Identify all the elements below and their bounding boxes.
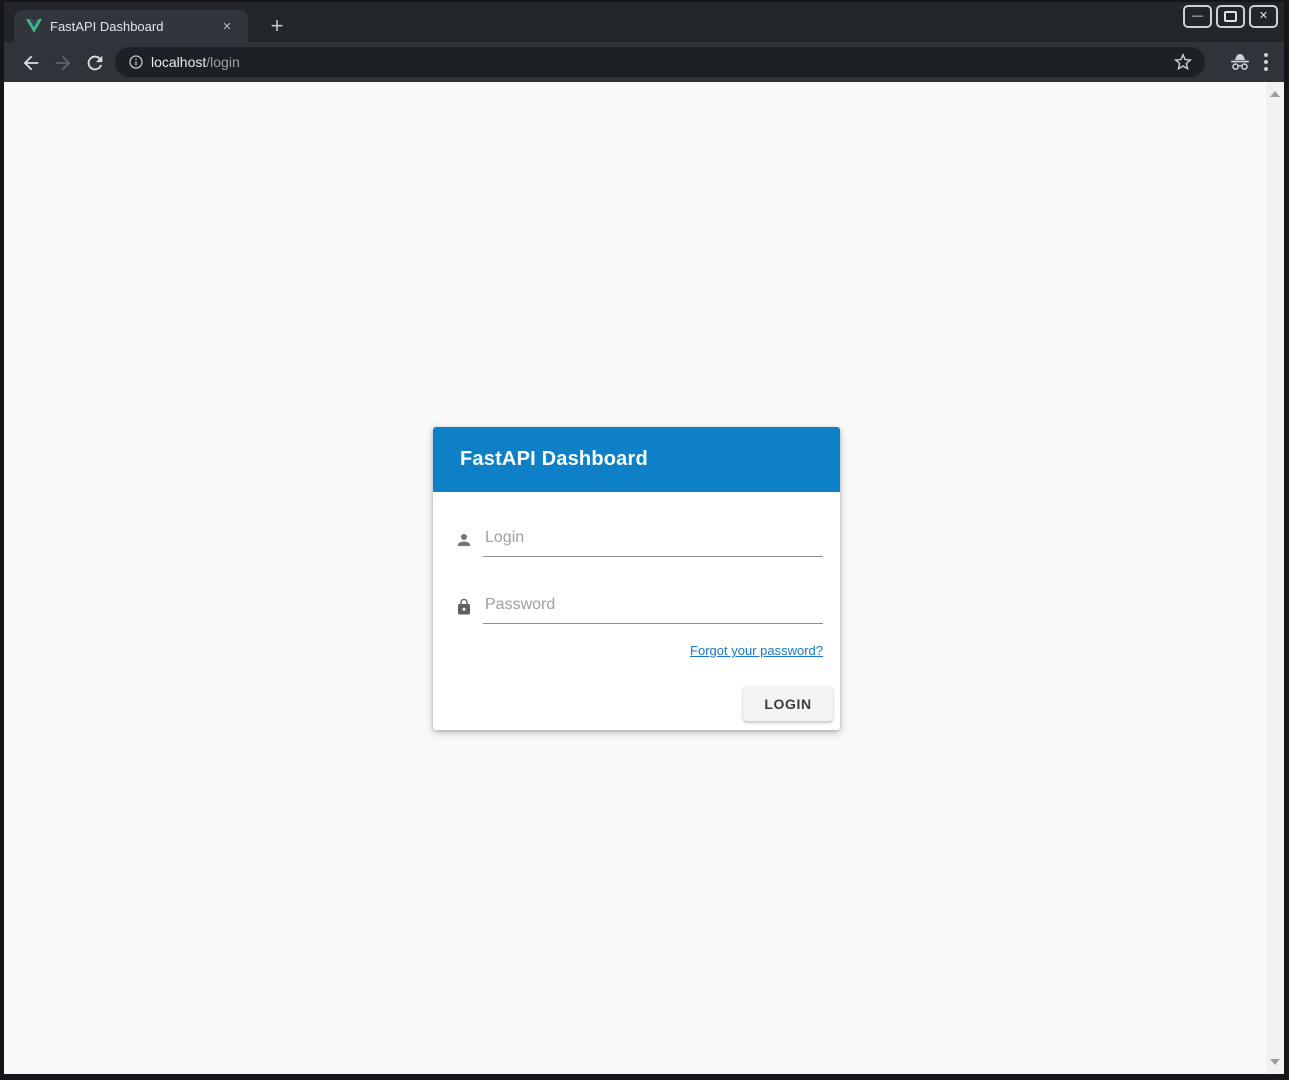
vue-favicon-icon <box>26 18 42 34</box>
login-card: FastAPI Dashboard Forgot your password? … <box>433 427 840 730</box>
bookmark-star-icon[interactable] <box>1172 51 1194 73</box>
login-input[interactable] <box>483 523 823 557</box>
login-field-row <box>455 523 823 557</box>
reload-icon[interactable] <box>84 52 106 74</box>
page-viewport: FastAPI Dashboard Forgot your password? … <box>4 82 1284 1074</box>
tab-close-icon[interactable]: × <box>218 17 236 35</box>
tab-strip: FastAPI Dashboard × + — ✕ <box>4 2 1284 42</box>
back-icon[interactable] <box>20 52 42 74</box>
scrollbar-down-icon[interactable] <box>1270 1059 1280 1065</box>
window-close-button[interactable]: ✕ <box>1249 5 1278 28</box>
address-bar[interactable]: localhost/login <box>115 47 1205 77</box>
person-icon <box>455 531 473 549</box>
toolbar-right-group <box>1228 42 1284 82</box>
forgot-password-link[interactable]: Forgot your password? <box>690 643 823 658</box>
browser-window: FastAPI Dashboard × + — ✕ localhost/logi… <box>0 0 1289 1080</box>
browser-tab[interactable]: FastAPI Dashboard × <box>14 10 248 42</box>
url-text: localhost/login <box>151 54 240 70</box>
login-card-title: FastAPI Dashboard <box>460 448 648 471</box>
login-card-header: FastAPI Dashboard <box>433 427 840 492</box>
lock-icon <box>455 598 473 616</box>
new-tab-button[interactable]: + <box>260 10 294 42</box>
window-minimize-button[interactable]: — <box>1183 5 1212 28</box>
password-field-row <box>455 590 823 624</box>
browser-menu-icon[interactable] <box>1264 53 1268 71</box>
page-scrollbar[interactable] <box>1266 82 1284 1074</box>
window-maximize-button[interactable] <box>1216 5 1245 28</box>
browser-toolbar: localhost/login <box>4 42 1284 82</box>
password-input[interactable] <box>483 590 823 624</box>
login-button[interactable]: LOGIN <box>743 686 833 721</box>
window-controls: — ✕ <box>1183 4 1278 28</box>
scrollbar-up-icon[interactable] <box>1270 91 1280 97</box>
incognito-icon <box>1228 50 1252 74</box>
url-host: localhost <box>151 54 206 70</box>
forward-icon[interactable] <box>52 52 74 74</box>
url-path: /login <box>206 54 239 70</box>
tab-title: FastAPI Dashboard <box>50 19 210 34</box>
page-info-icon[interactable] <box>128 54 144 70</box>
maximize-icon <box>1224 11 1237 22</box>
